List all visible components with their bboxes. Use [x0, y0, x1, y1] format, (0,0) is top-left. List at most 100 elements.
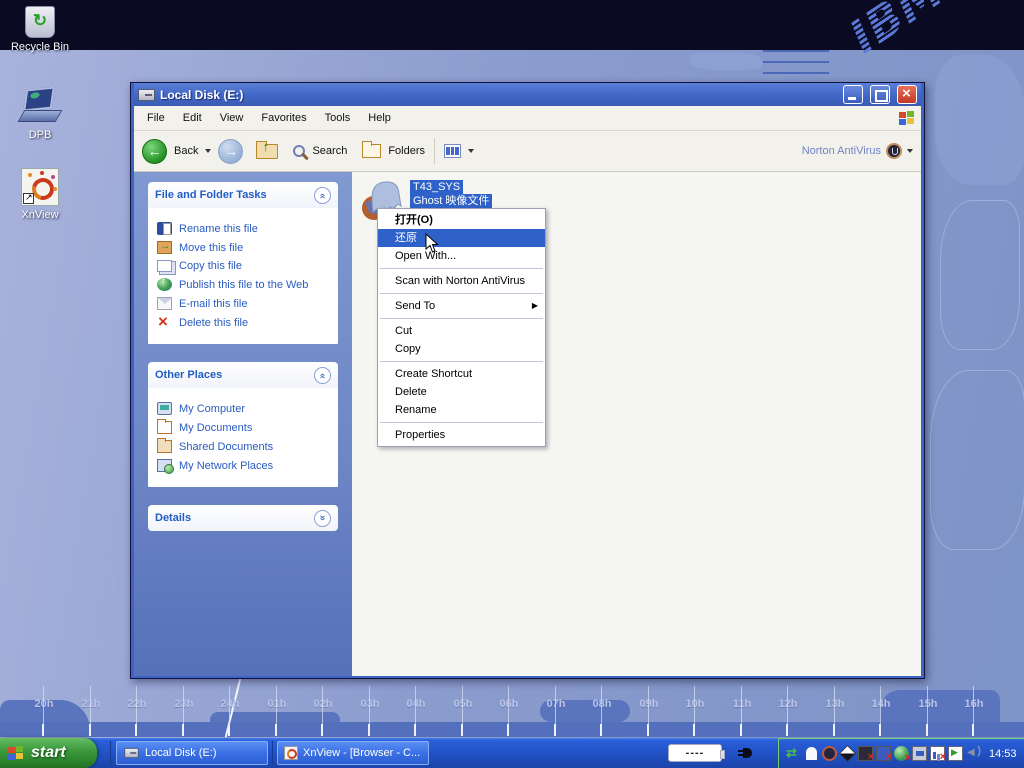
context-item-create-shortcut[interactable]: Create Shortcut — [378, 365, 545, 383]
back-dropdown-icon[interactable] — [205, 149, 211, 153]
remove-hardware-icon[interactable] — [912, 746, 927, 761]
panel-file-and-folder-tasks: File and Folder Tasks « Rename this file… — [148, 182, 338, 344]
disk-drive-icon — [138, 89, 155, 101]
context-item-cut[interactable]: Cut — [378, 322, 545, 340]
recycle-bin-icon — [25, 6, 55, 38]
timeline-hour: 09h — [634, 698, 664, 710]
place-label: My Documents — [179, 422, 252, 434]
desktop-icon-label: DPB — [2, 129, 78, 141]
norton-antivirus-button[interactable]: Norton AntiVirus — [802, 143, 913, 159]
context-item-open[interactable]: 打开(O) — [378, 211, 545, 229]
volume-icon[interactable] — [966, 746, 981, 761]
xnview-shortcut-icon — [21, 168, 59, 206]
menu-edit[interactable]: Edit — [174, 108, 211, 128]
wireless-disabled-icon[interactable]: × — [858, 746, 873, 761]
search-label[interactable]: Search — [312, 145, 347, 157]
up-button[interactable] — [256, 144, 278, 159]
context-item-restore[interactable]: 还原 — [378, 229, 545, 247]
back-label[interactable]: Back — [174, 145, 198, 157]
timeline-strip — [0, 722, 1024, 737]
collapse-chevron-icon[interactable]: « — [314, 187, 331, 204]
meter-disabled-icon[interactable]: × — [930, 746, 945, 761]
timeline-hour: 03h — [355, 698, 385, 710]
timeline-hour: 06h — [494, 698, 524, 710]
player-icon[interactable] — [948, 746, 963, 761]
toolbar-separator — [434, 138, 435, 164]
rename-icon — [157, 222, 172, 235]
menu-file[interactable]: File — [138, 108, 174, 128]
title-bar[interactable]: Local Disk (E:) — [134, 83, 921, 106]
context-menu: 打开(O) 还原 Open With... Scan with Norton A… — [377, 208, 546, 447]
views-icon[interactable] — [444, 144, 461, 158]
menu-help[interactable]: Help — [359, 108, 400, 128]
battery-meter[interactable]: ---- — [668, 744, 722, 762]
network-disabled-icon[interactable]: × — [876, 746, 891, 761]
sync-icon[interactable] — [786, 746, 801, 761]
menu-separator — [380, 318, 543, 319]
back-button[interactable]: ← — [142, 139, 167, 164]
collapse-chevron-icon[interactable]: « — [314, 367, 331, 384]
clock[interactable]: 14:53 — [989, 748, 1017, 760]
context-item-copy[interactable]: Copy — [378, 340, 545, 358]
start-button[interactable]: start — [0, 738, 97, 768]
timeline-hour: 05h — [448, 698, 478, 710]
search-icon[interactable] — [293, 145, 305, 157]
power-scheme-icon[interactable] — [839, 745, 856, 762]
connection-error-icon[interactable]: × — [894, 746, 909, 761]
timeline-hour: 21h — [76, 698, 106, 710]
task-delete-file[interactable]: Delete this file — [157, 316, 330, 329]
context-item-send-to[interactable]: Send To ▶ — [378, 297, 545, 315]
system-tray: × × × × 14:53 — [778, 738, 1024, 768]
timeline-hour: 12h — [773, 698, 803, 710]
task-copy-file[interactable]: Copy this file — [157, 260, 330, 272]
mouse-cursor — [425, 233, 439, 258]
windows-logo-icon — [8, 746, 24, 761]
folders-icon[interactable] — [362, 144, 381, 158]
taskbar-task-local-disk[interactable]: Local Disk (E:) — [116, 741, 268, 765]
menu-tools[interactable]: Tools — [316, 108, 360, 128]
taskbar-divider — [110, 741, 111, 765]
place-network-places[interactable]: My Network Places — [157, 459, 330, 472]
power-plug-icon — [737, 746, 755, 760]
desktop-icon-recycle-bin[interactable]: Recycle Bin — [2, 6, 78, 53]
timeline-hour: 23h — [169, 698, 199, 710]
context-item-properties[interactable]: Properties — [378, 426, 545, 444]
views-dropdown-icon[interactable] — [468, 149, 474, 153]
expand-chevron-icon[interactable]: « — [314, 510, 331, 527]
minimize-button[interactable] — [843, 85, 863, 104]
place-label: My Network Places — [179, 460, 273, 472]
my-documents-icon — [157, 421, 172, 434]
timeline-hour: 14h — [866, 698, 896, 710]
forward-button[interactable]: → — [218, 139, 243, 164]
context-item-scan-norton[interactable]: Scan with Norton AntiVirus — [378, 272, 545, 290]
desktop-icon-xnview[interactable]: XnView — [2, 168, 78, 221]
timeline-hour: 02h — [308, 698, 338, 710]
task-move-file[interactable]: Move this file — [157, 241, 330, 254]
task-label: Delete this file — [179, 317, 248, 329]
task-rename-file[interactable]: Rename this file — [157, 222, 330, 235]
panel-title: Details — [155, 512, 191, 524]
context-item-rename[interactable]: Rename — [378, 401, 545, 419]
toolbar: ← Back → Search Folders Norton AntiVirus — [134, 131, 921, 172]
menu-view[interactable]: View — [211, 108, 253, 128]
place-shared-documents[interactable]: Shared Documents — [157, 440, 330, 453]
menu-favorites[interactable]: Favorites — [252, 108, 315, 128]
close-button[interactable] — [897, 85, 917, 104]
norton-antivirus-icon[interactable] — [822, 746, 837, 761]
task-email-file[interactable]: E-mail this file — [157, 297, 330, 310]
taskbar-divider — [272, 741, 273, 765]
folders-label[interactable]: Folders — [388, 145, 425, 157]
task-label: Publish this file to the Web — [179, 279, 308, 291]
taskbar-task-xnview[interactable]: XnView - [Browser - C... — [277, 741, 429, 765]
ghost-icon[interactable] — [804, 746, 819, 761]
panel-details: Details « — [148, 505, 338, 531]
context-item-open-with[interactable]: Open With... — [378, 247, 545, 265]
maximize-button[interactable] — [870, 85, 890, 104]
timeline-hour: 13h — [820, 698, 850, 710]
place-my-computer[interactable]: My Computer — [157, 402, 330, 415]
desktop-icon-dpb[interactable]: DPB — [2, 86, 78, 141]
norton-dropdown-icon[interactable] — [907, 149, 913, 153]
task-publish-file[interactable]: Publish this file to the Web — [157, 278, 330, 291]
place-my-documents[interactable]: My Documents — [157, 421, 330, 434]
context-item-delete[interactable]: Delete — [378, 383, 545, 401]
